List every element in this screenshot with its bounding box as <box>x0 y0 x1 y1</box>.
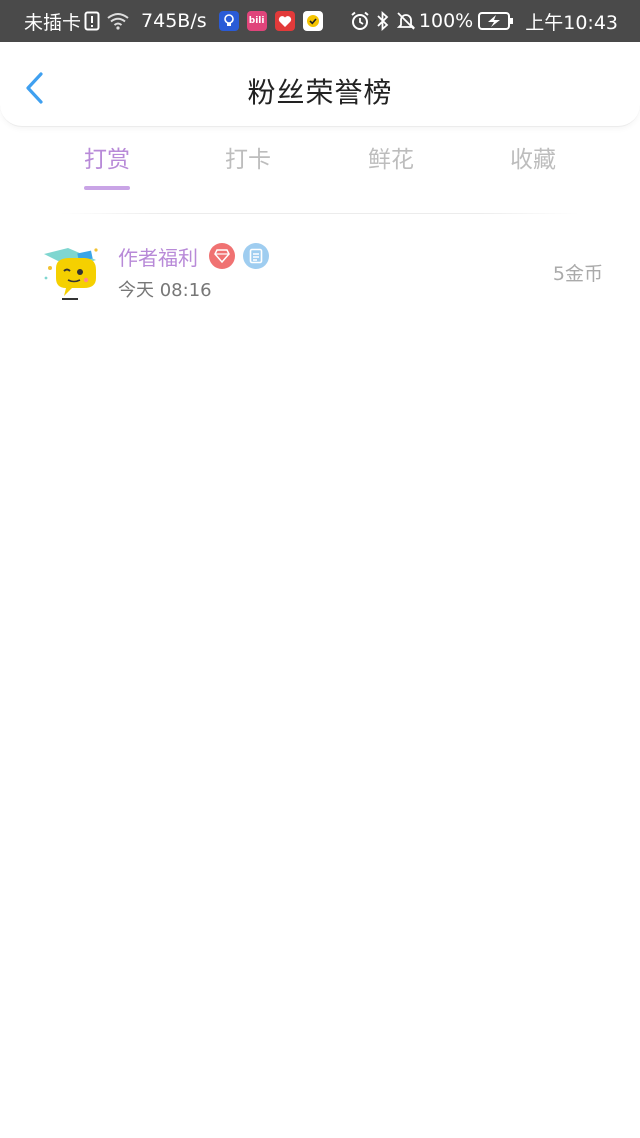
battery-icon <box>478 12 514 30</box>
page-title: 粉丝荣誉榜 <box>247 76 393 109</box>
battery-percent: 100% <box>418 10 474 32</box>
carrier-text: 未插卡 <box>24 11 82 34</box>
check-app-icon <box>302 11 323 31</box>
tab-label: 打卡 <box>225 147 271 173</box>
list-item[interactable]: 作者福利 今天 08:16 5金币 <box>0 232 640 312</box>
tab-label: 收藏 <box>510 147 556 173</box>
document-badge-icon <box>243 243 269 269</box>
tab-checkin[interactable]: 打卡 <box>188 140 308 196</box>
lightbulb-app-icon <box>218 11 239 31</box>
reward-time: 今天 08:16 <box>118 280 212 301</box>
tab-favorites[interactable]: 收藏 <box>473 140 593 196</box>
back-button[interactable] <box>20 70 48 106</box>
status-bar: 未插卡 745B/s bili 100% 上午10:43 <box>0 0 640 42</box>
bilibili-app-icon: bili <box>246 11 267 31</box>
mute-icon <box>396 11 416 31</box>
sim-alert-icon <box>84 11 100 31</box>
heart-app-icon <box>274 11 295 31</box>
clock-time: 上午10:43 <box>525 11 618 34</box>
user-name: 作者福利 <box>118 246 198 270</box>
tab-active-indicator <box>84 186 130 190</box>
tab-reward[interactable]: 打赏 <box>47 140 167 196</box>
tab-label: 鲜花 <box>368 147 414 173</box>
wifi-icon <box>106 12 130 30</box>
network-speed: 745B/s <box>141 10 207 32</box>
divider <box>60 213 580 214</box>
avatar <box>38 238 102 302</box>
alarm-icon <box>350 11 370 31</box>
chevron-left-icon <box>26 72 43 104</box>
bluetooth-icon <box>376 11 390 31</box>
tab-bar: 打赏 打卡 鲜花 收藏 <box>0 140 640 196</box>
tab-flowers[interactable]: 鲜花 <box>331 140 451 196</box>
app-header: 粉丝荣誉榜 <box>0 42 640 127</box>
gem-badge-icon <box>209 243 235 269</box>
tab-label: 打赏 <box>84 147 130 173</box>
reward-amount: 5金币 <box>552 263 603 285</box>
